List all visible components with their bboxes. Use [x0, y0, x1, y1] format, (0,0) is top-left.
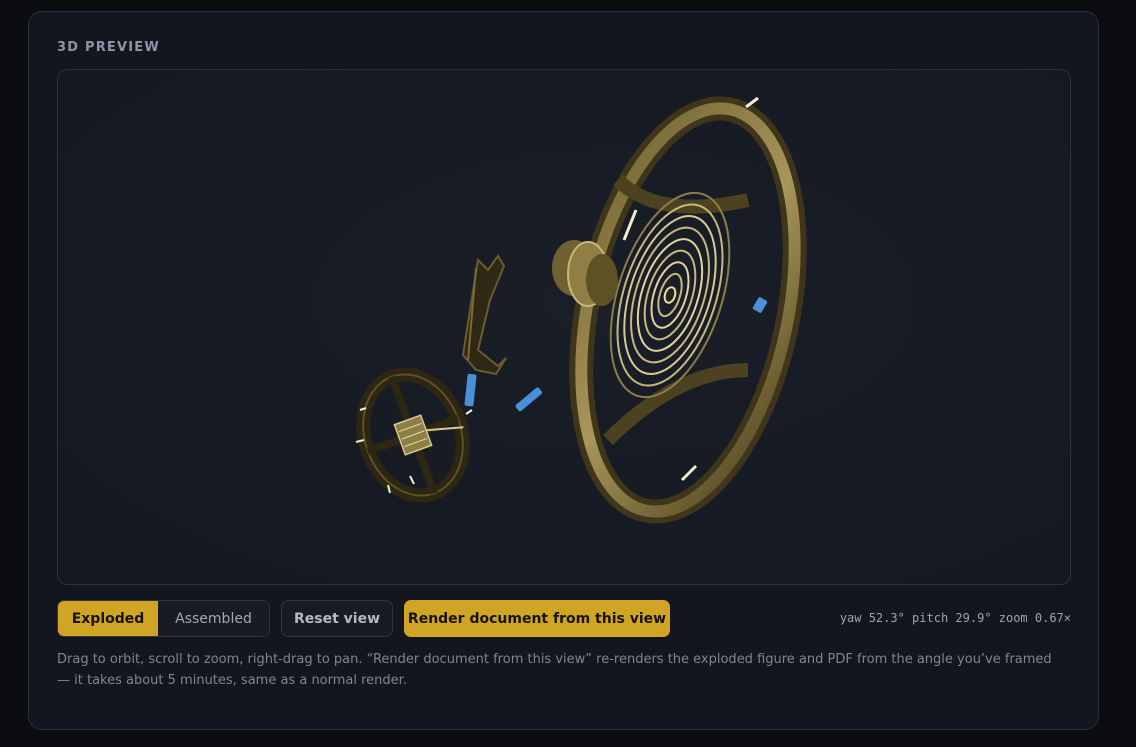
preview-panel: 3D PREVIEW Exploded Assembled Reset view… [28, 11, 1099, 730]
camera-readout: yaw 52.3° pitch 29.9° zoom 0.67× [839, 611, 1071, 625]
section-title: 3D PREVIEW [57, 40, 160, 55]
assembled-option[interactable]: Assembled [158, 601, 269, 636]
3d-viewport[interactable] [57, 69, 1071, 585]
reset-view-button[interactable]: Reset view [281, 600, 393, 637]
pallet-lever [461, 254, 507, 376]
viewer-toolbar: Exploded Assembled Reset view Render doc… [57, 600, 1071, 637]
help-text: Drag to orbit, scroll to zoom, right-dra… [57, 652, 1052, 688]
escape-wheel [356, 367, 470, 503]
view-mode-toggle: Exploded Assembled [57, 600, 270, 637]
3d-model-render [355, 96, 807, 524]
render-document-button[interactable]: Render document from this view [404, 600, 670, 637]
jewels [464, 297, 768, 412]
exploded-option[interactable]: Exploded [58, 601, 158, 636]
